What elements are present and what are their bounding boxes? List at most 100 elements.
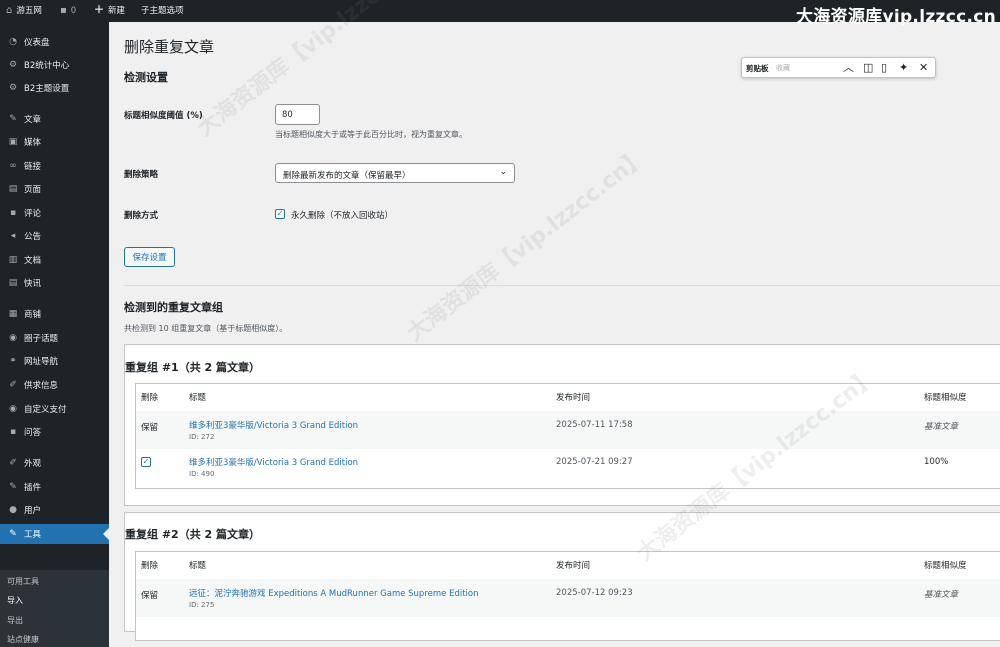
gear-icon: ⚙ <box>8 60 18 70</box>
comment-icon: ▪ <box>9 208 17 218</box>
clipboard-widget: 剪贴板 收藏 ︿ ◫ ▯ ✦ ✕ <box>741 57 936 78</box>
sidebar-item-10[interactable]: ▤ 快讯 <box>0 273 109 293</box>
strategy-select[interactable]: 删除最新发布的文章（保留最早） ⌄ <box>275 163 515 183</box>
sidebar-item-0[interactable]: ◔ 仪表盘 <box>0 32 109 52</box>
checkmark-icon: ✓ <box>276 209 284 218</box>
sidebar-item-label: 快讯 <box>24 279 42 289</box>
post-title-link[interactable]: 远征：泥泞奔驰游戏 Expeditions A MudRunner Game S… <box>189 587 479 599</box>
submenu-item-site-health[interactable]: 站点健康 <box>7 634 39 645</box>
sidebar-item-7[interactable]: ▪ 评论 <box>0 203 109 223</box>
columns-icon[interactable]: ◫ <box>863 61 873 74</box>
sidebar-item-16[interactable]: ▪ 问答 <box>0 422 109 442</box>
clipboard-search-input[interactable]: 收藏 <box>776 63 790 73</box>
theme-options-label: 子主题选项 <box>141 6 184 16</box>
duplicate-groups-heading: 检测到的重复文章组 <box>124 301 223 314</box>
sidebar-item-label: 链接 <box>24 162 42 172</box>
similarity-value: 基准文章 <box>924 422 959 432</box>
comments-link[interactable]: ▪ 0 <box>60 0 76 22</box>
clipboard-title: 剪贴板 <box>746 64 769 73</box>
post-title-link[interactable]: 维多利亚3豪华版/Victoria 3 Grand Edition <box>189 419 358 431</box>
sidebar-item-9[interactable]: ▥ 文档 <box>0 250 109 270</box>
comments-count: 0 <box>70 6 77 16</box>
table-row: 保留 远征：泥泞奔驰游戏 Expeditions A MudRunner Gam… <box>136 579 1000 617</box>
circle-icon: ◉ <box>9 333 17 343</box>
pin-icon[interactable]: ✦ <box>899 61 908 74</box>
permanent-delete-checkbox[interactable]: ✓ <box>275 209 285 219</box>
sidebar-item-20[interactable]: ✎ 工具 <box>0 524 109 544</box>
sidebar-item-label: 工具 <box>24 530 42 540</box>
threshold-label: 标题相似度阈值 (%) <box>124 111 203 121</box>
sidebar-item-label: 仪表盘 <box>24 38 50 48</box>
sidebar-item-18[interactable]: ✎ 插件 <box>0 477 109 497</box>
qa-icon: ▪ <box>9 427 17 437</box>
admin-bar: ⌂ 游五网 ▪ 0 ＋ 新建 子主题选项 大海资源库vip.lzzcc.cn <box>0 0 1000 27</box>
threshold-value: 80 <box>282 110 293 120</box>
sidebar-item-1[interactable]: ⚙ B2统计中心 <box>0 55 109 75</box>
sidebar-item-2[interactable]: ⚙ B2主题设置 <box>0 78 109 98</box>
sidebar-item-label: 用户 <box>24 506 42 516</box>
post-date: 2025-07-11 17:58 <box>556 420 633 430</box>
media-icon: ▣ <box>8 137 18 147</box>
post-date: 2025-07-12 09:23 <box>556 588 633 598</box>
duplicate-group-1: 重复组 #1（共 2 篇文章） 删除 标题 发布时间 标题相似度 保留 维多利亚… <box>124 344 1000 506</box>
page-title: 删除重复文章 <box>124 38 215 56</box>
sidebar-item-5[interactable]: ∞ 链接 <box>0 156 109 176</box>
sidebar-item-6[interactable]: ▤ 页面 <box>0 179 109 199</box>
info-icon: ✐ <box>9 380 17 390</box>
sidebar-item-label: 网址导航 <box>24 357 59 367</box>
close-icon[interactable]: ✕ <box>919 61 928 74</box>
sidebar-item-label: 公告 <box>24 232 42 242</box>
wrench-icon: ✎ <box>9 529 17 539</box>
column-header-similarity: 标题相似度 <box>924 393 967 403</box>
megaphone-icon: ◂ <box>10 231 16 241</box>
sidebar-item-label: 商铺 <box>24 310 42 320</box>
sidebar-item-label: 文档 <box>24 256 42 266</box>
group-table: 删除 标题 发布时间 标题相似度 保留 维多利亚3豪华版/Victoria 3 … <box>135 383 1000 489</box>
new-content-link[interactable]: ＋ 新建 <box>94 0 125 22</box>
sidebar-item-13[interactable]: ⚭ 网址导航 <box>0 351 109 371</box>
sidebar-item-11[interactable]: ▦ 商铺 <box>0 304 109 324</box>
section-divider <box>124 285 1000 286</box>
appearance-icon: ✐ <box>9 458 17 468</box>
column-header-title: 标题 <box>189 393 207 403</box>
post-date: 2025-07-21 09:27 <box>556 457 633 467</box>
sidebar-item-14[interactable]: ✐ 供求信息 <box>0 375 109 395</box>
gear-icon: ⚙ <box>8 83 18 93</box>
submenu-item-import[interactable]: 导入 <box>7 595 23 606</box>
sidebar-item-17[interactable]: ✐ 外观 <box>0 453 109 473</box>
strategy-label: 删除策略 <box>124 170 159 180</box>
delete-checkbox[interactable]: ✓ <box>141 457 151 467</box>
sidebar-item-label: B2主题设置 <box>24 84 70 94</box>
sidebar-item-12[interactable]: ◉ 圈子话题 <box>0 328 109 348</box>
user-icon: ● <box>9 505 17 515</box>
main-content: 删除重复文章 检测设置 标题相似度阈值 (%) 80 当标题相似度大于或等于此百… <box>109 0 1000 641</box>
site-name-link[interactable]: ⌂ 游五网 <box>6 0 42 22</box>
mouse-icon[interactable]: ▯ <box>881 61 887 74</box>
duplicate-group-2: 重复组 #2（共 2 篇文章） 删除 标题 发布时间 标题相似度 保留 远征：泥… <box>124 512 1000 641</box>
site-name: 游五网 <box>16 6 42 16</box>
theme-options-link[interactable]: 子主题选项 <box>141 0 184 22</box>
threshold-input[interactable]: 80 <box>275 104 320 125</box>
save-settings-button[interactable]: 保存设置 <box>124 247 175 267</box>
network-icon: ⚭ <box>9 356 17 366</box>
news-icon: ▤ <box>8 278 18 288</box>
sidebar-item-label: 外观 <box>24 459 42 469</box>
submenu-item-available-tools[interactable]: 可用工具 <box>7 576 39 587</box>
row-action: 保留 <box>141 423 159 433</box>
sidebar-item-3[interactable]: ✎ 文章 <box>0 109 109 129</box>
payment-icon: ◉ <box>9 404 17 414</box>
sidebar-item-19[interactable]: ● 用户 <box>0 500 109 520</box>
chevron-up-icon[interactable]: ︿ <box>843 61 854 74</box>
sidebar-item-4[interactable]: ▣ 媒体 <box>0 132 109 152</box>
sidebar-item-label: 问答 <box>24 428 42 438</box>
submenu-item-export[interactable]: 导出 <box>7 615 23 626</box>
link-icon: ∞ <box>9 161 17 171</box>
sidebar-item-8[interactable]: ◂ 公告 <box>0 226 109 246</box>
post-title-link[interactable]: 维多利亚3豪华版/Victoria 3 Grand Edition <box>189 456 358 468</box>
document-icon: ▥ <box>8 255 18 265</box>
column-header-delete: 删除 <box>141 561 159 571</box>
group-title: 重复组 #1（共 2 篇文章） <box>125 361 261 374</box>
sidebar-item-15[interactable]: ◉ 自定义支付 <box>0 399 109 419</box>
method-label: 删除方式 <box>124 211 159 221</box>
chevron-down-icon: ⌄ <box>499 167 507 177</box>
